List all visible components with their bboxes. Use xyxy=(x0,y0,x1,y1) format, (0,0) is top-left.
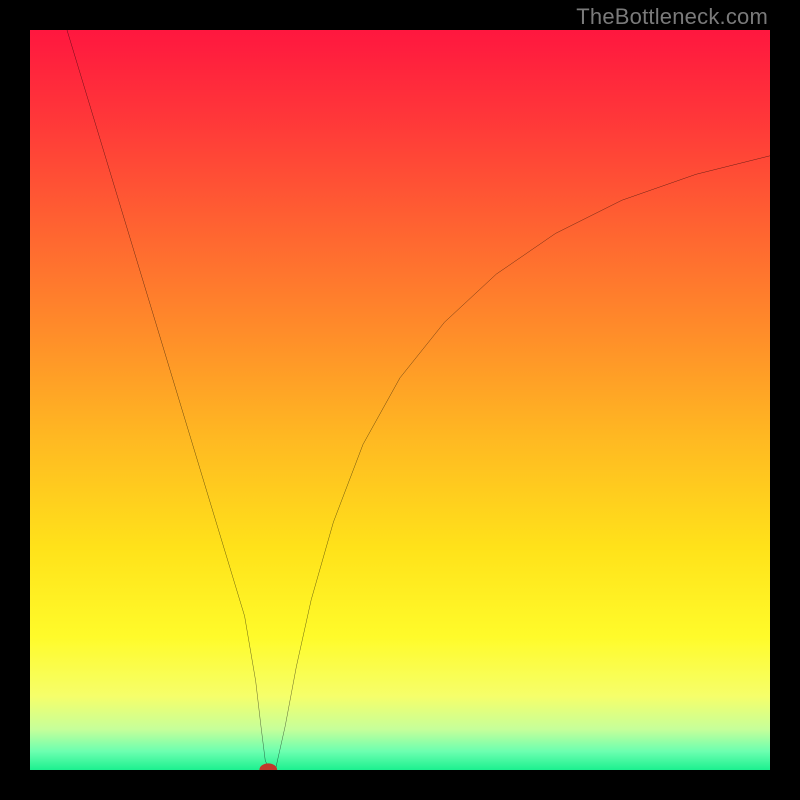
gradient-background xyxy=(30,30,770,770)
chart-svg xyxy=(30,30,770,770)
chart-frame: TheBottleneck.com xyxy=(0,0,800,800)
watermark-label: TheBottleneck.com xyxy=(576,4,768,30)
plot-area xyxy=(30,30,770,770)
